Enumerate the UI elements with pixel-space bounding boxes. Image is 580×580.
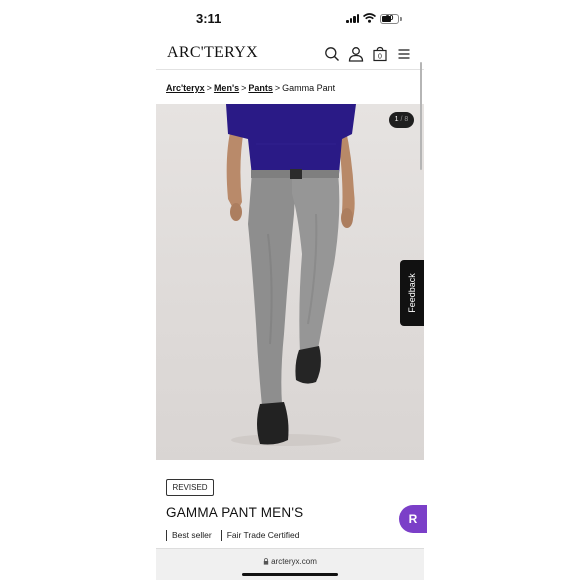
search-icon[interactable] bbox=[324, 46, 340, 62]
image-counter-separator: / bbox=[400, 116, 403, 123]
chat-button[interactable]: R bbox=[399, 505, 427, 533]
model-photo bbox=[226, 104, 356, 446]
phone-screen: 3:11 30 ARC'TERYX 0 Arc'teryx > Men's > … bbox=[156, 0, 427, 580]
badge-best-seller: Best seller bbox=[166, 530, 212, 541]
image-counter: 1 / 8 bbox=[389, 112, 414, 128]
svg-text:0: 0 bbox=[378, 54, 382, 61]
home-indicator[interactable] bbox=[242, 573, 338, 576]
product-image[interactable] bbox=[156, 104, 424, 460]
revised-tag: REVISED bbox=[166, 479, 214, 496]
product-badges: Best seller Fair Trade Certified bbox=[166, 530, 299, 541]
badge-fair-trade: Fair Trade Certified bbox=[220, 530, 299, 541]
breadcrumb-link-pants[interactable]: Pants bbox=[248, 83, 273, 93]
battery-icon: 30 bbox=[380, 14, 399, 24]
cart-icon[interactable]: 0 bbox=[372, 46, 388, 62]
breadcrumb-link-mens[interactable]: Men's bbox=[214, 83, 239, 93]
breadcrumb-link-home[interactable]: Arc'teryx bbox=[166, 83, 205, 93]
feedback-label: Feedback bbox=[407, 273, 417, 313]
feedback-button[interactable]: Feedback bbox=[400, 260, 424, 326]
wifi-icon bbox=[363, 13, 376, 23]
status-bar: 3:11 30 bbox=[156, 0, 424, 40]
breadcrumb-separator: > bbox=[206, 83, 212, 93]
account-icon[interactable] bbox=[348, 46, 364, 62]
lock-icon bbox=[263, 558, 269, 565]
breadcrumb: Arc'teryx > Men's > Pants > Gamma Pant bbox=[166, 83, 335, 93]
image-counter-total: 8 bbox=[404, 116, 409, 123]
browser-address-bar[interactable]: arcteryx.com bbox=[156, 548, 424, 580]
image-counter-current: 1 bbox=[394, 116, 399, 123]
product-title: GAMMA PANT MEN'S bbox=[166, 505, 304, 520]
status-time: 3:11 bbox=[196, 11, 222, 26]
menu-icon[interactable] bbox=[396, 46, 412, 62]
url-display: arcteryx.com bbox=[156, 557, 424, 566]
url-text: arcteryx.com bbox=[271, 557, 317, 566]
breadcrumb-separator: > bbox=[241, 83, 247, 93]
cellular-signal-icon bbox=[346, 14, 360, 23]
page-scrollbar[interactable] bbox=[420, 62, 422, 170]
brand-logo[interactable]: ARC'TERYX bbox=[167, 44, 258, 62]
breadcrumb-current: Gamma Pant bbox=[282, 83, 336, 93]
battery-level: 30 bbox=[385, 15, 394, 22]
site-header: ARC'TERYX 0 bbox=[156, 40, 424, 70]
breadcrumb-separator: > bbox=[274, 83, 281, 93]
